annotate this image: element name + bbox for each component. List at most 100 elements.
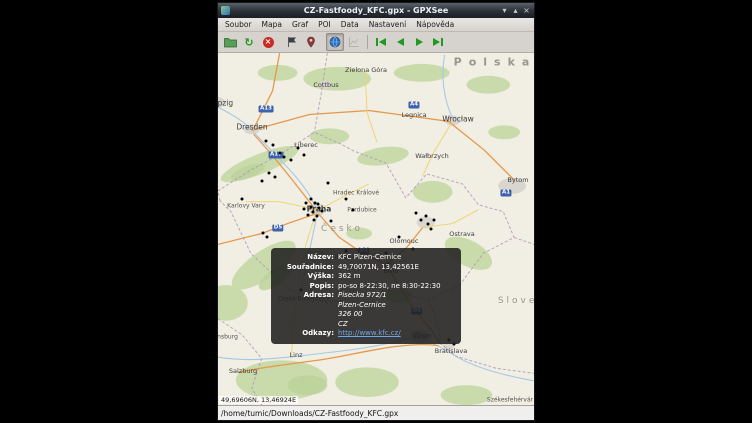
show-poi-button[interactable] [283,33,301,51]
poi-marker[interactable] [427,223,430,226]
tooltip-name-value: KFC Plzen-Cernice [338,253,454,263]
map-city-label: Wałbrzych [415,152,449,160]
menu-poi[interactable]: POI [313,18,336,31]
menu-nastaveni[interactable]: Nastavení [364,18,412,31]
poi-marker[interactable] [398,236,401,239]
map-city-label: Regensburg [218,334,238,341]
poi-marker[interactable] [290,159,293,162]
map-city-label: Salzburg [229,367,257,375]
poi-marker[interactable] [317,203,320,206]
poi-marker[interactable] [415,212,418,215]
folder-open-icon [224,33,237,52]
menu-napoveda[interactable]: Nápověda [411,18,459,31]
poi-marker[interactable] [297,147,300,150]
road-shield: A1 [500,190,511,197]
tooltip-address-value: Pisecka 972/1 Plzen-Cernice 326 00 CZ [338,291,454,329]
previous-file-button[interactable] [391,33,409,51]
poi-marker[interactable] [266,236,269,239]
poi-marker[interactable] [433,219,436,222]
poi-marker[interactable] [352,209,355,212]
poi-tooltip: Název: KFC Plzen-Cernice Souřadnice: 49,… [271,248,461,344]
kfc-website-link[interactable]: http://www.kfc.cz/ [338,329,401,337]
map-city-label: Székesfehérvár [487,397,533,404]
map-city-label: Olomouc [390,237,419,245]
poi-marker[interactable] [279,152,282,155]
poi-marker[interactable] [316,215,319,218]
poi-marker[interactable] [272,144,275,147]
road-shield: A4 [408,102,419,109]
address-line: CZ [338,320,454,330]
map-city-label: Wrocław [442,115,474,124]
poi-marker[interactable] [261,180,264,183]
window-title: CZ-Fastfoody_KFC.gpx - GPXSee [218,3,534,18]
menubar: Soubor Mapa Graf POI Data Nastavení Nápo… [218,18,534,32]
poi-marker[interactable] [310,206,313,209]
first-file-button[interactable] [372,33,390,51]
overlap-poi-button[interactable] [302,33,320,51]
address-line: Plzen-Cernice [338,301,454,311]
globe-icon [329,33,341,52]
poi-marker[interactable] [327,182,330,185]
close-button[interactable]: × [522,6,531,16]
last-file-button[interactable] [429,33,447,51]
cursor-coordinates: 49,69606N, 13,46924E [219,396,298,405]
poi-marker[interactable] [303,154,306,157]
poi-marker[interactable] [305,202,308,205]
map-city-label: Leipzig [218,99,233,108]
map-city-label: Ostrava [449,230,475,238]
show-map-button[interactable] [326,33,344,51]
open-file-button[interactable] [221,33,239,51]
poi-marker[interactable] [303,208,306,211]
next-file-icon [416,38,423,46]
menu-data[interactable]: Data [336,18,364,31]
poi-marker[interactable] [425,215,428,218]
window-buttons: ▾ ▴ × [500,6,534,16]
tooltip-coordinates-label: Souřadnice: [278,263,334,273]
poi-marker[interactable] [430,228,433,231]
map-city-label: Karlovy Vary [227,203,265,210]
poi-marker[interactable] [330,220,333,223]
poi-marker[interactable] [345,198,348,201]
menu-graf[interactable]: Graf [287,18,313,31]
reload-icon: ↻ [244,37,253,48]
map-city-label: Česko [321,224,363,234]
tooltip-description-value: po-so 8-22:30, ne 8:30-22:30 [338,282,454,292]
close-file-button[interactable]: × [259,33,277,51]
poi-marker[interactable] [241,198,244,201]
poi-marker[interactable] [321,210,324,213]
reload-button[interactable]: ↻ [240,33,258,51]
titlebar[interactable]: CZ-Fastfoody_KFC.gpx - GPXSee ▾ ▴ × [218,3,534,18]
gpxsee-window: CZ-Fastfoody_KFC.gpx - GPXSee ▾ ▴ × Soub… [217,2,535,421]
tooltip-name-label: Název: [278,253,334,263]
tooltip-links-label: Odkazy: [278,329,334,339]
minimize-button[interactable]: ▾ [500,6,509,16]
poi-marker[interactable] [307,214,310,217]
map-city-label: Slovensko [498,296,534,306]
menu-soubor[interactable]: Soubor [220,18,257,31]
poi-marker[interactable] [283,156,286,159]
poi-marker[interactable] [313,219,316,222]
maximize-button[interactable]: ▴ [511,6,520,16]
poi-marker[interactable] [265,140,268,143]
map-city-label: Hradec Králové [333,190,379,197]
next-file-button[interactable] [410,33,428,51]
previous-file-icon [397,38,404,46]
poi-marker[interactable] [274,176,277,179]
menu-mapa[interactable]: Mapa [257,18,287,31]
statusbar: /home/tumic/Downloads/CZ-Fastfoody_KFC.g… [218,405,534,420]
poi-marker[interactable] [420,219,423,222]
poi-marker[interactable] [262,232,265,235]
map-viewport[interactable]: LeipzigCottbusZielona GóraDresdenLegnica… [218,53,534,405]
poi-pin-icon [305,33,317,52]
tooltip-elevation-value: 362 m [338,272,454,282]
map-city-label: Bytom [507,176,528,184]
map-city-label: Bratislava [435,347,467,355]
poi-marker[interactable] [268,172,271,175]
tooltip-coordinates-value: 49,70071N, 13,42561E [338,263,454,273]
show-graphs-button[interactable] [345,33,363,51]
toolbar: ↻ × [218,32,534,53]
road-shield: A13 [259,106,274,113]
poi-marker[interactable] [310,198,313,201]
poi-marker[interactable] [312,211,315,214]
tooltip-description-label: Popis: [278,282,334,292]
